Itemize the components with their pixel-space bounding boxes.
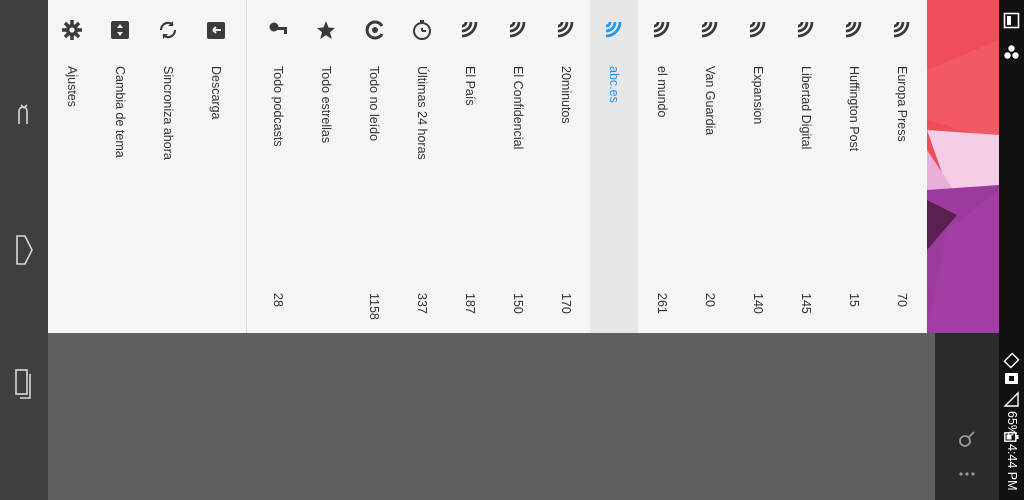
notification-icon (1003, 12, 1020, 29)
home-icon (16, 235, 33, 265)
gear-icon (62, 20, 82, 40)
unread-count: 170 (559, 293, 573, 314)
drawer-item-label: el mundo (655, 66, 669, 118)
unread-count: 145 (799, 293, 813, 314)
unread-count: 150 (511, 293, 525, 314)
clock-icon (413, 20, 431, 40)
drawer-item-label: Últimas 24 horas (415, 66, 429, 160)
rss-icon (557, 21, 574, 38)
drawer-item-label: Ajustes (65, 66, 79, 107)
rss-icon (749, 21, 766, 38)
drawer-item-sincroniza-ahora[interactable]: Sincroniza ahora (144, 0, 192, 333)
unread-count: 337 (415, 293, 429, 314)
rss-icon (653, 21, 670, 38)
sync-icon (159, 21, 177, 39)
drawer-item-label: Libertad Digital (799, 66, 813, 150)
recents-icon (15, 369, 31, 399)
sd-card-icon (1005, 373, 1018, 384)
drawer-item-label: Descarga (209, 66, 223, 120)
app-background-art (927, 0, 999, 333)
unread-count: 1158 (367, 293, 381, 320)
drawer-divider (246, 0, 247, 333)
rss-icon (845, 21, 862, 38)
rss-icon (893, 21, 910, 38)
drawer-item-todo-estrellas[interactable]: Todo estrellas (302, 0, 350, 333)
download-icon (207, 22, 225, 39)
drawer-item-20minutos[interactable]: 20minutos 170 (542, 0, 590, 333)
drawer-item-label: abc.es (607, 66, 621, 103)
system-navigation-bar (0, 0, 48, 500)
drawer-item-label: Cambia de tema (113, 66, 127, 158)
app-toolbar (935, 333, 999, 500)
home-button[interactable] (8, 234, 40, 266)
overflow-menu-icon[interactable] (957, 467, 977, 481)
rss-icon (605, 21, 622, 38)
drawer-item-cambia-de-tema[interactable]: Cambia de tema (96, 0, 144, 333)
search-icon[interactable] (957, 429, 977, 449)
drawer-item-label: Sincroniza ahora (161, 66, 175, 160)
unread-count: 15 (847, 293, 861, 307)
drawer-item-el-mundo[interactable]: el mundo 261 (638, 0, 686, 333)
drawer-item-el-pais[interactable]: El País 187 (446, 0, 494, 333)
drawer-item-descarga[interactable]: Descarga (192, 0, 240, 333)
drawer-item-label: El Confidencial (511, 66, 525, 150)
drawer-item-expansion[interactable]: Expansion 140 (734, 0, 782, 333)
status-bar: 65% 4:44 PM (999, 0, 1024, 500)
drawer-item-todo-no-leido[interactable]: Todo no leído 1158 (350, 0, 398, 333)
drawer-item-el-confidencial[interactable]: El Confidencial 150 (494, 0, 542, 333)
rss-icon (461, 21, 478, 38)
recents-button[interactable] (8, 368, 40, 400)
drawer-item-label: Todo no leído (367, 66, 381, 142)
unread-icon (365, 20, 384, 40)
drawer-item-van-guardia[interactable]: Van Guardia 20 (686, 0, 734, 333)
drawer-item-label: Europa Press (895, 66, 909, 142)
unread-count: 20 (703, 293, 717, 307)
drawer-item-label: El País (463, 66, 477, 106)
star-icon (317, 21, 335, 39)
drawer-item-label: 20minutos (559, 66, 573, 124)
unread-count: 28 (271, 293, 285, 307)
navigation-drawer: Ajustes Cambia de tema Sincroniza ahora (48, 0, 927, 333)
drawer-item-europa-press[interactable]: Europa Press 70 (878, 0, 926, 333)
back-button[interactable] (8, 100, 40, 132)
drawer-item-huffington-post[interactable]: Huffington Post 15 (830, 0, 878, 333)
drawer-item-libertad-digital[interactable]: Libertad Digital 145 (782, 0, 830, 333)
drawer-item-ajustes[interactable]: Ajustes (48, 0, 96, 333)
rss-icon (509, 21, 526, 38)
clock: 4:44 PM (1005, 444, 1019, 491)
drawer-item-abc-es[interactable]: abc.es (590, 0, 638, 333)
podcast-icon (269, 22, 287, 34)
theme-swap-icon (111, 21, 129, 39)
vibrate-icon (1003, 352, 1020, 369)
unread-count: 187 (463, 293, 477, 314)
unread-count: 70 (895, 293, 909, 307)
battery-icon (1004, 432, 1019, 442)
rss-icon (797, 21, 814, 38)
drawer-item-label: Todo podcasts (271, 66, 285, 147)
drawer-item-label: Van Guardia (703, 66, 717, 136)
unread-count: 140 (751, 293, 765, 314)
drawer-item-ultimas-24-horas[interactable]: Últimas 24 horas 337 (398, 0, 446, 333)
app-notification-icon (1004, 45, 1019, 59)
drawer-item-label: Huffington Post (847, 66, 861, 152)
drawer-item-label: Expansion (751, 66, 765, 125)
signal-icon (1003, 391, 1019, 407)
drawer-item-label: Todo estrellas (319, 66, 333, 144)
back-icon (18, 104, 28, 124)
screen: Ajustes Cambia de tema Sincroniza ahora (0, 0, 1024, 500)
unread-count: 261 (655, 293, 669, 314)
rss-icon (701, 21, 718, 38)
drawer-item-todo-podcasts[interactable]: Todo podcasts 28 (254, 0, 302, 333)
